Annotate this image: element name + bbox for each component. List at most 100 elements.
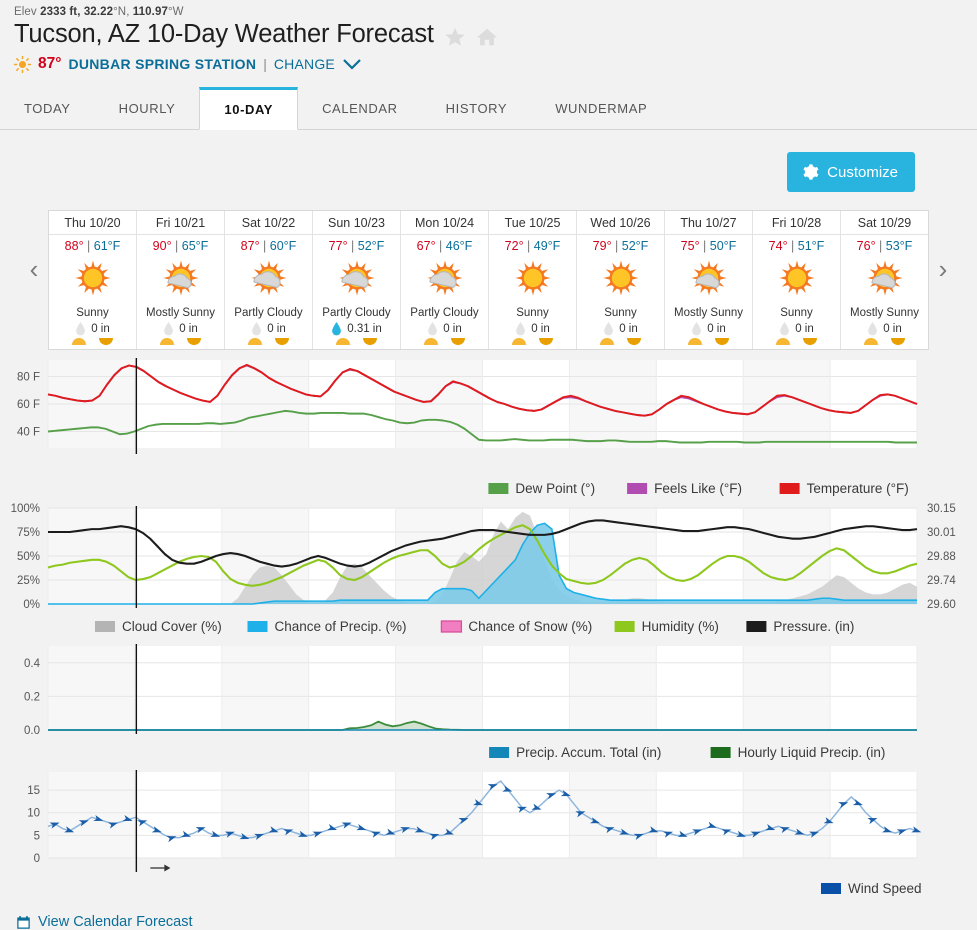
prev-days-button[interactable]: ‹	[22, 256, 46, 282]
tab-10-day[interactable]: 10-DAY	[199, 87, 299, 130]
day-card[interactable]: Tue 10/25 72° | 49°F Sunny 0 in	[489, 211, 577, 349]
sunrise-icon	[247, 338, 262, 345]
temp-separator: |	[83, 239, 94, 253]
y-axis-tick-left: 100%	[11, 503, 40, 515]
raindrop-icon	[252, 322, 262, 336]
day-card[interactable]: Fri 10/21 90° | 65°F Mostly Sunny 0 in	[137, 211, 225, 349]
svg-hum-legend-legend: Cloud Cover (%) Chance of Precip. (%) Chan…	[95, 619, 854, 634]
customize-button[interactable]: Customize	[787, 152, 915, 192]
day-card-temps: 90° | 65°F	[153, 235, 209, 253]
day-precip: 0 in	[779, 322, 814, 336]
legend-label: Humidity (%)	[642, 619, 719, 634]
day-precip: 0 in	[603, 322, 638, 336]
svg-wind-legend-legend: Wind Speed	[821, 881, 922, 896]
day-card[interactable]: Wed 10/26 79° | 52°F Sunny 0 in	[577, 211, 665, 349]
day-card-date: Fri 10/21	[137, 211, 224, 235]
sun-times-row	[841, 337, 928, 346]
day-low: 46°F	[445, 239, 473, 253]
raindrop-icon	[868, 322, 878, 336]
temp-separator: |	[611, 239, 622, 253]
day-low: 50°F	[709, 239, 737, 253]
day-card-temps: 74° | 51°F	[769, 235, 825, 253]
tab-hourly[interactable]: HOURLY	[95, 87, 200, 129]
y-axis-tick: 5	[34, 830, 40, 842]
temp-separator: |	[259, 239, 270, 253]
tab-history[interactable]: HISTORY	[422, 87, 532, 129]
latitude-value: 32.22	[83, 6, 114, 18]
partly-cloudy-icon	[251, 260, 286, 296]
y-axis-tick: 0	[34, 853, 40, 865]
day-low: 65°F	[181, 239, 209, 253]
elev-value: 2333 ft,	[40, 6, 81, 18]
sunset-icon	[891, 338, 906, 345]
chevron-down-icon[interactable]	[342, 58, 362, 71]
tab-wundermap[interactable]: WUNDERMAP	[531, 87, 671, 129]
temp-separator: |	[699, 239, 710, 253]
day-card[interactable]: Sat 10/29 76° | 53°F Mostly Sunny 0 in	[841, 211, 928, 349]
day-card[interactable]: Sun 10/23 77° | 52°F Partly Cloudy 0.31 in	[313, 211, 401, 349]
mostly-sunny-icon	[867, 260, 902, 296]
weather-icon-wrap	[860, 256, 910, 306]
humidity-pressure-chart[interactable]: 100% 30.15 75% 30.01 50% 29.88 25% 29.74 0% 29.60…	[0, 502, 977, 640]
y-axis-tick: 80 F	[17, 372, 40, 384]
day-card-temps: 75° | 50°F	[681, 235, 737, 253]
day-precip-value: 0 in	[267, 323, 286, 335]
day-high: 72°	[504, 239, 524, 253]
sun-times-row	[313, 337, 400, 346]
sunny-icon	[515, 260, 550, 296]
precipitation-chart[interactable]: 0.4 0.2 0.0 Precip. Accum. Total (in) Hourl…	[0, 640, 977, 766]
day-condition: Mostly Sunny	[673, 307, 744, 319]
sun-times-row	[753, 337, 840, 346]
day-card[interactable]: Thu 10/27 75° | 50°F Mostly Sunny 0 in	[665, 211, 753, 349]
y-axis-tick: 0.2	[24, 691, 40, 703]
weather-icon-wrap	[244, 256, 294, 306]
day-high: 74°	[768, 239, 788, 253]
day-card-temps: 79° | 52°F	[593, 235, 649, 253]
day-high: 76°	[856, 239, 876, 253]
star-icon[interactable]	[444, 26, 466, 48]
calendar-icon	[17, 915, 30, 929]
sunset-icon	[99, 338, 114, 345]
mostly-sunny-icon	[163, 260, 198, 296]
day-precip: 0 in	[691, 322, 726, 336]
day-card-date: Wed 10/26	[577, 211, 664, 235]
sunrise-icon	[599, 338, 614, 345]
raindrop-icon	[516, 322, 526, 336]
day-condition: Partly Cloudy	[410, 307, 479, 319]
next-days-button[interactable]: ›	[931, 256, 955, 282]
sun-times-row	[489, 337, 576, 346]
day-card[interactable]: Mon 10/24 67° | 46°F Partly Cloudy 0 in	[401, 211, 489, 349]
sun-times-row	[577, 337, 664, 346]
sunny-icon	[603, 260, 638, 296]
wind-chart[interactable]: 15 10 5 0 Wind Speed	[0, 766, 977, 902]
y-axis-tick: 40 F	[17, 427, 40, 439]
temperature-chart[interactable]: 80 F 60 F 40 F Dew Point (°) Feels Like (°F…	[0, 354, 977, 502]
sunset-icon	[363, 338, 378, 345]
day-card[interactable]: Thu 10/20 88° | 61°F Sunny 0 in	[49, 211, 137, 349]
y-axis-tick-right: 29.88	[927, 551, 956, 563]
weather-icon-wrap	[772, 256, 822, 306]
tab-today[interactable]: TODAY	[0, 87, 95, 129]
y-axis-tick-left: 25%	[17, 575, 40, 587]
day-card-temps: 88° | 61°F	[65, 235, 121, 253]
day-card[interactable]: Sat 10/22 87° | 60°F Partly Cloudy 0 in	[225, 211, 313, 349]
day-card-temps: 72° | 49°F	[505, 235, 561, 253]
day-low: 52°F	[621, 239, 649, 253]
station-name[interactable]: DUNBAR SPRING STATION	[68, 56, 256, 72]
day-precip: 0 in	[251, 322, 286, 336]
day-card[interactable]: Fri 10/28 74° | 51°F Sunny 0 in	[753, 211, 841, 349]
day-card-date: Sat 10/29	[841, 211, 928, 235]
tab-calendar[interactable]: CALENDAR	[298, 87, 422, 129]
sunny-icon	[75, 260, 110, 296]
sun-icon	[14, 55, 31, 73]
footer: View Calendar Forecast	[0, 902, 977, 930]
sunset-icon	[187, 338, 202, 345]
legend-label: Chance of Precip. (%)	[275, 619, 407, 634]
sun-times-row	[401, 337, 488, 346]
day-precip-value: 0 in	[531, 323, 550, 335]
home-icon[interactable]	[475, 26, 499, 48]
change-station-link[interactable]: CHANGE	[274, 56, 335, 72]
page-title: Tucson, AZ 10-Day Weather Forecast	[14, 20, 434, 48]
view-calendar-forecast-link[interactable]: View Calendar Forecast	[38, 914, 192, 930]
temp-separator: |	[875, 239, 886, 253]
